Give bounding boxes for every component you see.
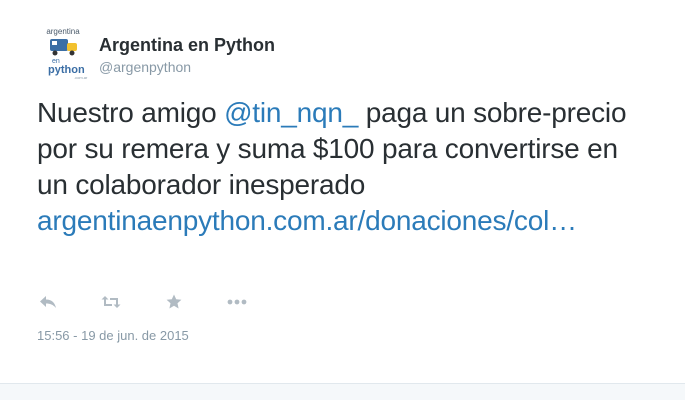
tweet-timestamp[interactable]: 15:56 - 19 de jun. de 2015: [37, 327, 189, 345]
footer-strip: [0, 383, 685, 400]
author-display-name[interactable]: Argentina en Python: [99, 34, 275, 56]
reply-button[interactable]: [38, 292, 58, 312]
svg-text:argentina: argentina: [46, 27, 80, 36]
tweet-text: Nuestro amigo @tin_nqn_ paga un sobre-pr…: [37, 95, 637, 239]
favorite-button[interactable]: [164, 292, 184, 312]
more-button[interactable]: [227, 292, 247, 312]
star-icon: [166, 294, 182, 309]
tweet-header: argentina en python .com.ar Argentina en…: [36, 26, 275, 82]
retweet-icon: [101, 296, 121, 308]
tweet-url-link[interactable]: argentinaenpython.com.ar/donaciones/col…: [37, 205, 577, 236]
retweet-button[interactable]: [101, 292, 121, 312]
more-icon: [227, 299, 247, 305]
author-info: Argentina en Python @argenpython: [99, 34, 275, 76]
tweet-card: argentina en python .com.ar Argentina en…: [0, 0, 685, 400]
tweet-text-part1: Nuestro amigo: [37, 97, 225, 128]
author-screen-name[interactable]: @argenpython: [99, 58, 275, 76]
svg-text:.com.ar: .com.ar: [74, 75, 88, 80]
reply-icon: [40, 296, 56, 308]
mention-link[interactable]: @tin_nqn_: [224, 97, 358, 128]
avatar[interactable]: argentina en python .com.ar: [36, 26, 90, 82]
tweet-actions: [38, 292, 290, 312]
